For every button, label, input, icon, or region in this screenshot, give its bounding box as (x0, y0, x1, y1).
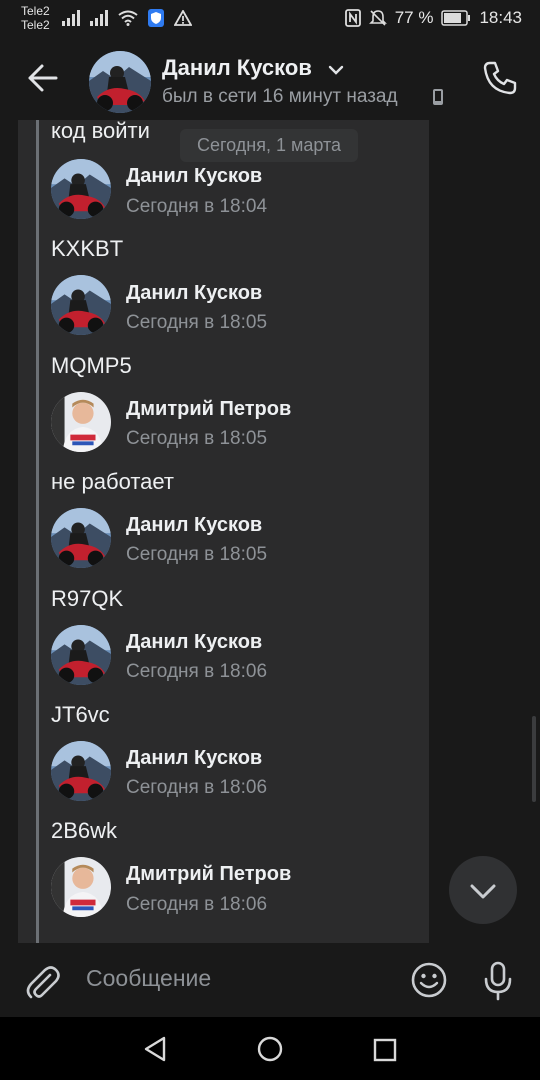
shield-icon (148, 9, 164, 27)
message-time: Сегодня в 18:05 (126, 544, 268, 565)
back-arrow-icon[interactable] (24, 58, 60, 98)
system-navigation-bar (0, 1017, 540, 1080)
avatar[interactable] (89, 51, 151, 113)
status-icons-left (62, 9, 192, 27)
message-author[interactable]: Данил Кусков (126, 165, 262, 188)
carrier-2: Tele2 (21, 18, 50, 32)
avatar[interactable] (51, 741, 111, 801)
clock: 18:43 (479, 8, 522, 27)
avatar[interactable] (51, 857, 111, 917)
message-text: MQMP5 (51, 353, 132, 378)
scrollbar-thumb[interactable] (532, 716, 536, 802)
phone-call-icon[interactable] (482, 60, 518, 96)
message-author[interactable]: Данил Кусков (126, 631, 262, 654)
wifi-icon (118, 10, 138, 26)
paperclip-icon[interactable] (24, 961, 60, 1001)
battery-percent: 77 % (394, 8, 434, 27)
message-time: Сегодня в 18:06 (126, 661, 268, 682)
forward-indicator-line (36, 120, 39, 943)
chevron-down-icon (470, 884, 496, 899)
message-author[interactable]: Дмитрий Петров (126, 398, 291, 421)
last-seen-status: был в сети 16 минут назад (162, 86, 398, 107)
avatar[interactable] (51, 392, 111, 452)
message-time: Сегодня в 18:05 (126, 428, 268, 449)
warning-icon (174, 10, 192, 26)
contact-name[interactable]: Данил Кусков (162, 55, 312, 81)
scroll-down-button[interactable] (449, 856, 517, 924)
status-icons-right: 77 % 18:43 (344, 8, 522, 28)
forwarded-messages-panel[interactable]: код войти Данил Кусков Сегодня в 18:04 K… (18, 120, 429, 943)
message-time: Сегодня в 18:06 (126, 894, 268, 915)
message-author[interactable]: Данил Кусков (126, 282, 262, 305)
message-time: Сегодня в 18:06 (126, 777, 268, 798)
message-text: не работает (51, 469, 174, 494)
message-time: Сегодня в 18:05 (126, 312, 268, 333)
carrier-labels: Tele2 Tele2 (21, 4, 50, 32)
avatar[interactable] (51, 159, 111, 219)
message-text: KXKBT (51, 236, 124, 261)
message-time: Сегодня в 18:04 (126, 196, 268, 217)
microphone-icon[interactable] (482, 961, 514, 1001)
mobile-device-icon (433, 89, 443, 105)
nfc-icon (344, 9, 361, 27)
message-input[interactable]: Сообщение (86, 965, 211, 992)
mute-icon (368, 10, 387, 26)
date-separator: Сегодня, 1 марта (180, 129, 358, 162)
signal-icon (62, 10, 80, 26)
message-text: код войти (51, 120, 150, 143)
emoji-icon[interactable] (410, 961, 448, 999)
message-author[interactable]: Данил Кусков (126, 747, 262, 770)
message-author[interactable]: Данил Кусков (126, 514, 262, 537)
nav-back-icon[interactable] (142, 1035, 168, 1063)
message-text: R97QK (51, 586, 124, 611)
avatar[interactable] (51, 508, 111, 568)
signal-icon (90, 10, 108, 26)
chat-header: Данил Кусков был в сети 16 минут назад (0, 38, 540, 120)
status-bar: Tele2 Tele2 77 % 18:43 (0, 0, 540, 38)
battery-icon (441, 10, 471, 26)
message-text: 2B6wk (51, 818, 118, 843)
nav-recents-icon[interactable] (373, 1038, 397, 1062)
message-author[interactable]: Дмитрий Петров (126, 863, 291, 886)
avatar[interactable] (51, 275, 111, 335)
message-text: JT6vc (51, 702, 110, 727)
chevron-down-icon[interactable] (328, 64, 344, 76)
carrier-1: Tele2 (21, 4, 50, 18)
message-composer: Сообщение (0, 943, 540, 1017)
nav-home-icon[interactable] (257, 1036, 283, 1062)
avatar[interactable] (51, 625, 111, 685)
